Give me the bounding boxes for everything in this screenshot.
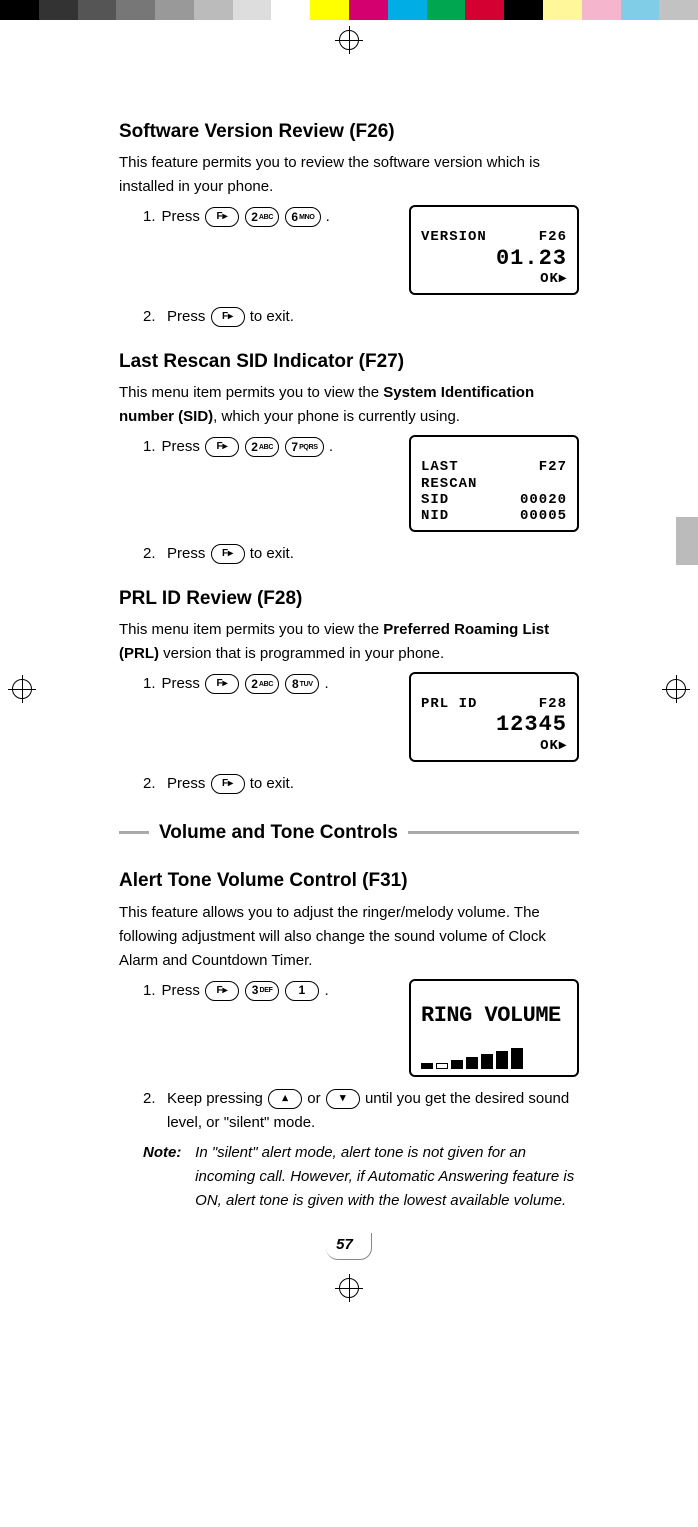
step-text: Press to exit. [167,542,579,566]
step-number: 1. [143,672,156,696]
lcd-screen-f28: PRL IDF2812345OK▸ [409,672,579,762]
desc-f27: This menu item permits you to view the S… [119,381,579,429]
key-7-icon: 7PQRS [285,437,323,457]
key-f-icon [211,307,245,327]
thumb-tab [676,517,698,565]
note: Note: In "silent" alert mode, alert tone… [119,1141,579,1213]
desc-f26: This feature permits you to review the s… [119,151,579,199]
key-2-icon: 2ABC [245,207,279,227]
section-banner: Volume and Tone Controls [119,818,579,848]
key-f-icon [205,981,239,1001]
heading-f27: Last Rescan SID Indicator (F27) [119,347,579,377]
step-number: 2. [143,542,161,566]
registration-mark-right [662,675,690,703]
step-text: Press 3DEF 1 . [162,979,329,1003]
step-text: Press to exit. [167,772,579,796]
key-2-icon: 2ABC [245,437,279,457]
page-frame: Software Version Review (F26) This featu… [0,117,698,1260]
volume-bar-icon [421,1032,526,1069]
key-f-icon [205,437,239,457]
lcd-screen-f27: LASTF27RESCAN SID00020NID00005 [409,435,579,531]
step-text: Keep pressing or until you get the desir… [167,1087,579,1135]
lcd-screen-f26: VERSIONF2601.23OK▸ [409,205,579,295]
step-number: 2. [143,305,161,329]
registration-mark-left [8,675,36,703]
step-text: Press 2ABC 8TUV . [162,672,329,696]
step-number: 1. [143,979,156,1003]
step-text: Press to exit. [167,305,579,329]
key-f-icon [205,207,239,227]
desc-f31: This feature allows you to adjust the ri… [119,901,579,973]
key-f-icon [205,674,239,694]
key-1-icon: 1 [285,981,319,1001]
step-number: 2. [143,772,161,796]
key-down-icon [326,1089,360,1109]
key-8-icon: 8TUV [285,674,319,694]
key-6-icon: 6MNO [285,207,320,227]
step-number: 1. [143,205,156,229]
key-2-icon: 2ABC [245,674,279,694]
color-calibration-strip [0,0,698,20]
desc-f28: This menu item permits you to view the P… [119,618,579,666]
page-number: 57 [119,1233,579,1260]
key-f-icon [211,774,245,794]
step-text: Press 2ABC 6MNO . [162,205,330,229]
heading-f26: Software Version Review (F26) [119,117,579,147]
heading-f31: Alert Tone Volume Control (F31) [119,866,579,896]
key-f-icon [211,544,245,564]
heading-f28: PRL ID Review (F28) [119,584,579,614]
registration-mark-top [0,20,698,99]
step-number: 2. [143,1087,161,1111]
lcd-screen-f31: RING VOLUME [409,979,579,1077]
key-up-icon [268,1089,302,1109]
step-text: Press 2ABC 7PQRS . [162,435,334,459]
registration-mark-bottom [0,1264,698,1317]
key-3-icon: 3DEF [245,981,279,1001]
step-number: 1. [143,435,156,459]
